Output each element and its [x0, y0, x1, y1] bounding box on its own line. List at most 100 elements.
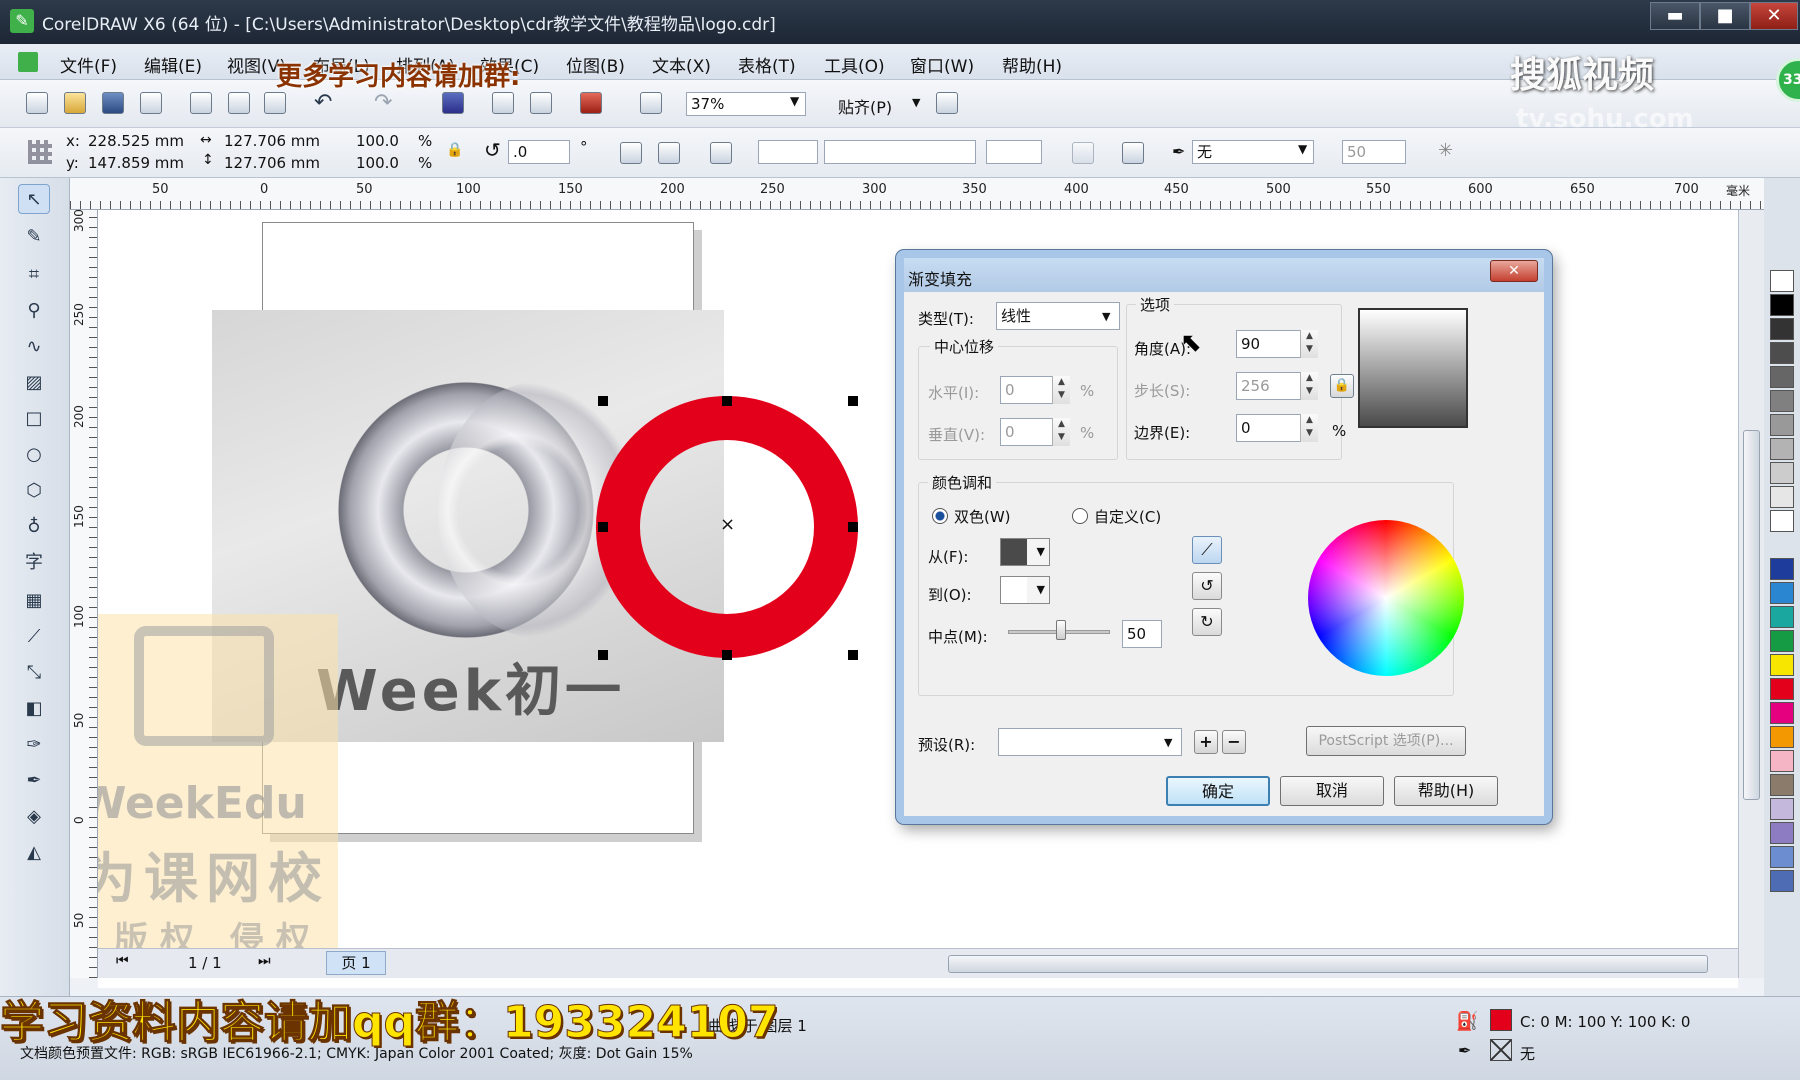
color-swatch[interactable] [1770, 846, 1794, 868]
menu-bitmaps[interactable]: 位图(B) [566, 52, 625, 77]
options-icon[interactable] [936, 92, 958, 114]
interactive-fill-icon[interactable]: ◭ [18, 838, 50, 868]
page-tab[interactable]: 页 1 [326, 951, 386, 975]
width-field[interactable]: 127.706 mm [220, 130, 326, 154]
color-swatch[interactable] [1770, 366, 1794, 388]
color-swatch[interactable] [1770, 390, 1794, 412]
snap-to-menu[interactable]: 贴齐(P) [838, 94, 892, 118]
last-page-icon[interactable]: ⏭ [258, 953, 271, 969]
fill-tool-icon[interactable]: ◈ [18, 802, 50, 832]
outline-color-select[interactable] [986, 140, 1042, 164]
postscript-options-button[interactable]: PostScript 选项(P)... [1306, 726, 1466, 756]
new-document-icon[interactable] [26, 92, 48, 114]
outline-width-select[interactable]: 无 [1192, 140, 1314, 164]
color-swatch[interactable] [1770, 726, 1794, 748]
app-launcher-icon[interactable] [640, 92, 662, 114]
ok-button[interactable]: 确定 [1166, 776, 1270, 806]
no-color-swatch[interactable] [1770, 270, 1794, 292]
fill-swatch-select[interactable] [758, 140, 818, 164]
menu-tools[interactable]: 工具(O) [824, 52, 885, 77]
vertical-scrollbar[interactable] [1738, 210, 1764, 978]
selection-handle[interactable] [598, 522, 608, 532]
to-color-picker[interactable]: ▼ [1000, 576, 1050, 604]
color-swatch[interactable] [1770, 558, 1794, 580]
mirror-vertical-icon[interactable] [658, 142, 680, 164]
horizontal-ruler[interactable]: 50 0 50 100 150 200 250 300 350 400 450 … [70, 178, 1765, 210]
arrow-end-icon[interactable] [1072, 142, 1094, 164]
outline-pen-icon[interactable]: ✒ [18, 766, 50, 796]
crop-tool-icon[interactable]: ⌗ [18, 260, 50, 290]
curve-smoothness-field[interactable]: 50 [1342, 140, 1406, 164]
vertical-ruler[interactable]: 300 250 200 150 100 50 0 50 [70, 210, 98, 978]
horizontal-scrollbar[interactable]: ⏮ 1 / 1 ⏭ 页 1 [98, 948, 1738, 978]
rectangle-tool-icon[interactable]: □ [18, 404, 50, 434]
spin-buttons[interactable]: ▲ ▼ [1300, 372, 1318, 400]
spin-buttons[interactable]: ▲ ▼ [1052, 418, 1070, 446]
counterclockwise-icon[interactable]: ↺ [1192, 572, 1222, 600]
menu-text[interactable]: 文本(X) [652, 52, 711, 77]
scroll-thumb[interactable] [948, 955, 1708, 973]
import-icon[interactable] [492, 92, 514, 114]
spin-buttons[interactable]: ▲ ▼ [1052, 376, 1070, 404]
color-swatch[interactable] [1770, 342, 1794, 364]
menu-help[interactable]: 帮助(H) [1002, 52, 1062, 77]
selection-handle[interactable] [598, 396, 608, 406]
color-swatch[interactable] [1770, 294, 1794, 316]
zoom-tool-icon[interactable]: ⚲ [18, 296, 50, 326]
color-swatch[interactable] [1770, 822, 1794, 844]
menu-window[interactable]: 窗口(W) [910, 52, 974, 77]
color-swatch[interactable] [1770, 606, 1794, 628]
color-swatch[interactable] [1770, 774, 1794, 796]
color-swatch[interactable] [1770, 630, 1794, 652]
publish-pdf-icon[interactable] [580, 92, 602, 114]
x-position-field[interactable]: 228.525 mm [84, 130, 184, 154]
undo-icon[interactable]: ↶ [314, 90, 332, 115]
menu-edit[interactable]: 编辑(E) [144, 52, 202, 77]
spin-buttons[interactable]: ▲ ▼ [1300, 330, 1318, 358]
export-icon[interactable] [530, 92, 552, 114]
redo-icon[interactable]: ↷ [374, 90, 392, 115]
color-wheel[interactable] [1308, 520, 1464, 676]
custom-radio[interactable] [1072, 508, 1088, 524]
two-color-radio[interactable] [932, 508, 948, 524]
spin-buttons[interactable]: ▲ ▼ [1300, 414, 1318, 442]
pick-tool-icon[interactable]: ↖ [18, 184, 50, 214]
color-swatch[interactable] [1770, 438, 1794, 460]
shape-tool-icon[interactable]: ✎ [18, 222, 50, 252]
open-folder-icon[interactable] [64, 92, 86, 114]
preset-select[interactable] [998, 728, 1182, 756]
smart-fill-icon[interactable]: ▨ [18, 368, 50, 398]
color-swatch[interactable] [1770, 678, 1794, 700]
midpoint-slider-thumb[interactable] [1056, 620, 1066, 640]
menu-table[interactable]: 表格(T) [738, 52, 796, 77]
text-tool-icon[interactable]: 字 [18, 548, 50, 578]
selection-handle[interactable] [722, 396, 732, 406]
midpoint-field[interactable]: 50 [1122, 620, 1162, 648]
dimension-tool-icon[interactable]: ⟋ [18, 622, 50, 652]
selection-handle[interactable] [848, 396, 858, 406]
paste-icon[interactable] [264, 92, 286, 114]
color-swatch[interactable] [1770, 702, 1794, 724]
table-tool-icon[interactable]: ▦ [18, 586, 50, 616]
color-swatch[interactable] [1770, 750, 1794, 772]
color-swatch[interactable] [1770, 582, 1794, 604]
color-swatch[interactable] [1770, 798, 1794, 820]
color-swatch[interactable] [1770, 486, 1794, 508]
search-content-icon[interactable] [442, 92, 464, 114]
add-preset-icon[interactable]: + [1194, 730, 1218, 754]
color-swatch[interactable] [1770, 870, 1794, 892]
from-color-picker[interactable]: ▼ [1000, 538, 1050, 566]
zoom-level-select[interactable]: 37% [686, 92, 806, 116]
scale-x-field[interactable]: 100.0 [352, 130, 414, 154]
y-position-field[interactable]: 147.859 mm [84, 152, 184, 176]
logo-text[interactable]: Week初一 [316, 646, 625, 727]
help-button[interactable]: 帮助(H) [1394, 776, 1498, 806]
freehand-tool-icon[interactable]: ∿ [18, 332, 50, 362]
polygon-tool-icon[interactable]: ⬡ [18, 476, 50, 506]
cut-icon[interactable] [190, 92, 212, 114]
color-swatch[interactable] [1770, 462, 1794, 484]
first-page-icon[interactable]: ⏮ [116, 953, 129, 969]
maximize-button[interactable]: ■ [1700, 2, 1750, 30]
print-icon[interactable] [140, 92, 162, 114]
color-swatch[interactable] [1770, 654, 1794, 676]
